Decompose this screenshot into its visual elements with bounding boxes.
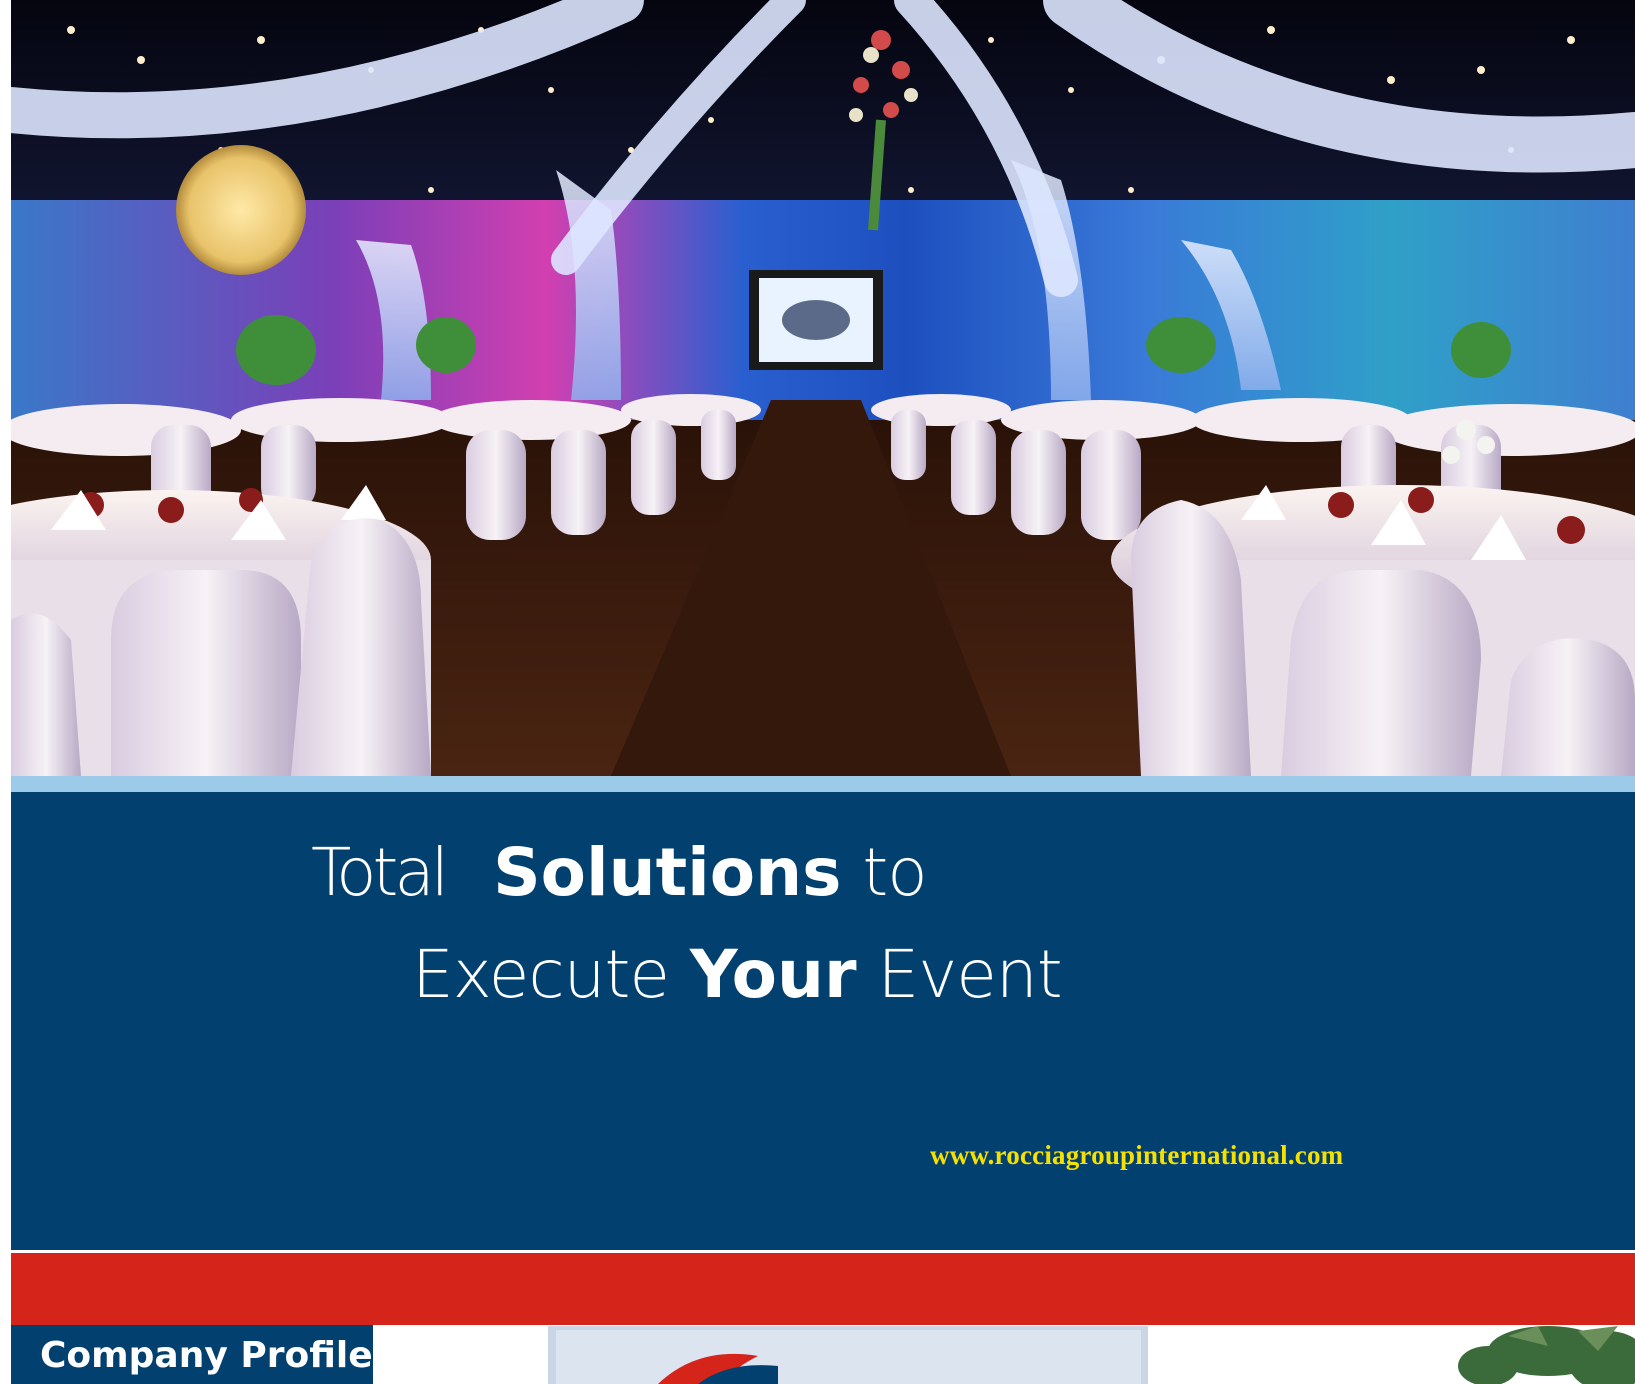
company-profile-tab: Company Profile (11, 1325, 373, 1384)
light-blue-accent-strip (11, 776, 1635, 792)
website-url[interactable]: www.rocciagroupinternational.com (930, 1140, 1343, 1171)
headline-word-to: to (862, 834, 927, 911)
brochure-cover: Total Solutions to Execute Your Event www… (0, 0, 1635, 1384)
headline-word-event: Event (877, 936, 1063, 1013)
headline-word-solutions: Solutions (493, 834, 842, 911)
ballroom-banquet-photo (11, 0, 1635, 776)
title-band: Total Solutions to Execute Your Event www… (11, 792, 1635, 1250)
headline-word-your: Your (689, 936, 857, 1013)
company-profile-photo (548, 1326, 1635, 1384)
headline-word-execute: Execute (412, 936, 670, 1013)
company-profile-label: Company Profile (40, 1335, 373, 1376)
headline-line-2: Execute Your Event (412, 942, 1063, 1008)
headline-word-total: Total (311, 834, 449, 911)
headline-line-1: Total Solutions to (311, 840, 928, 906)
red-accent-band (11, 1253, 1635, 1325)
